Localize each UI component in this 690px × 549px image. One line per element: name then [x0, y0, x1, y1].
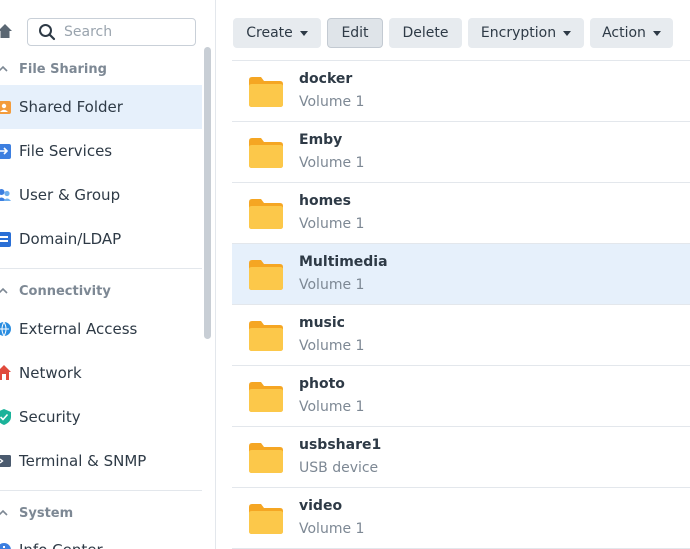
- sidebar-scrollbar[interactable]: [204, 47, 211, 339]
- chevron-up-icon: [0, 63, 9, 75]
- home-button[interactable]: [0, 19, 16, 47]
- edit-label: Edit: [341, 25, 369, 41]
- folder-name: photo: [299, 376, 345, 392]
- folder-name: Multimedia: [299, 254, 388, 270]
- folder-name: usbshare1: [299, 437, 382, 453]
- create-label: Create: [246, 25, 293, 41]
- action-button[interactable]: Action: [590, 18, 673, 48]
- home-icon: [0, 23, 13, 43]
- shared-folder-icon: [0, 97, 11, 117]
- sidebar-item-terminal-snmp[interactable]: Terminal & SNMP: [0, 439, 202, 483]
- caret-down-icon: [652, 30, 661, 36]
- folder-name: Emby: [299, 132, 343, 148]
- sidebar-item-label: Network: [19, 364, 82, 382]
- sidebar-item-label: File Services: [19, 142, 113, 160]
- sidebar-item-info-center[interactable]: Info Center: [0, 528, 202, 549]
- sidebar-item-security[interactable]: Security: [0, 395, 202, 439]
- section-title: System: [19, 505, 74, 521]
- sidebar-item-domain-ldap[interactable]: Domain/LDAP: [0, 217, 202, 261]
- folder-location: USB device: [299, 460, 379, 476]
- security-icon: [0, 407, 11, 427]
- folder-name: docker: [299, 71, 353, 87]
- chevron-up-icon: [0, 507, 9, 519]
- sidebar-item-label: Domain/LDAP: [19, 230, 122, 248]
- folder-location: Volume 1: [299, 94, 365, 110]
- sidebar-item-user-group[interactable]: User & Group: [0, 173, 202, 217]
- sidebar-item-file-services[interactable]: File Services: [0, 129, 202, 173]
- search-box[interactable]: [27, 18, 196, 46]
- folder-location: Volume 1: [299, 277, 365, 293]
- section-header-connectivity[interactable]: Connectivity: [0, 280, 111, 302]
- folder-row-usbshare1[interactable]: usbshare1 USB device: [232, 427, 690, 488]
- sidebar-item-label: User & Group: [19, 186, 121, 204]
- folder-icon: [249, 260, 283, 290]
- domain-ldap-icon: [0, 229, 11, 249]
- sidebar-item-label: Info Center: [19, 541, 103, 549]
- search-icon: [38, 23, 56, 41]
- sidebar-divider: [0, 490, 202, 491]
- caret-down-icon: [299, 30, 308, 36]
- network-icon: [0, 363, 11, 383]
- sidebar-item-network[interactable]: Network: [0, 351, 202, 395]
- folder-location: Volume 1: [299, 399, 365, 415]
- folder-icon: [249, 321, 283, 351]
- info-center-icon: [0, 540, 11, 549]
- sidebar-item-external-access[interactable]: External Access: [0, 307, 202, 351]
- folder-location: Volume 1: [299, 216, 365, 232]
- sidebar-item-label: External Access: [19, 320, 138, 338]
- folder-icon: [249, 382, 283, 412]
- section-header-file-sharing[interactable]: File Sharing: [0, 58, 107, 80]
- main-panel: Create Edit Delete Encryption Action doc…: [216, 0, 690, 549]
- folder-name: music: [299, 315, 345, 331]
- folder-icon: [249, 77, 283, 107]
- folder-location: Volume 1: [299, 155, 365, 171]
- sidebar-item-shared-folder[interactable]: Shared Folder: [0, 85, 202, 129]
- folder-row-multimedia[interactable]: Multimedia Volume 1: [232, 244, 690, 305]
- section-title: Connectivity: [19, 283, 111, 299]
- folder-row-homes[interactable]: homes Volume 1: [232, 183, 690, 244]
- folder-name: video: [299, 498, 343, 514]
- folder-row-music[interactable]: music Volume 1: [232, 305, 690, 366]
- sidebar-item-label: Terminal & SNMP: [19, 452, 147, 470]
- folder-icon: [249, 138, 283, 168]
- search-input[interactable]: [64, 24, 184, 40]
- sidebar-divider: [0, 268, 202, 269]
- chevron-up-icon: [0, 285, 9, 297]
- section-header-system[interactable]: System: [0, 502, 73, 524]
- edit-button[interactable]: Edit: [327, 18, 383, 48]
- folder-location: Volume 1: [299, 338, 365, 354]
- folder-icon: [249, 199, 283, 229]
- folder-row-video[interactable]: video Volume 1: [232, 488, 690, 549]
- sidebar-item-label: Security: [19, 408, 81, 426]
- external-access-icon: [0, 319, 11, 339]
- folder-location: Volume 1: [299, 521, 365, 537]
- delete-button[interactable]: Delete: [389, 18, 462, 48]
- sidebar-item-label: Shared Folder: [19, 98, 123, 116]
- action-label: Action: [602, 25, 646, 41]
- delete-label: Delete: [402, 25, 449, 41]
- create-button[interactable]: Create: [233, 18, 321, 48]
- folder-row-emby[interactable]: Emby Volume 1: [232, 122, 690, 183]
- folder-icon: [249, 443, 283, 473]
- folder-icon: [249, 504, 283, 534]
- caret-down-icon: [563, 30, 572, 36]
- encryption-button[interactable]: Encryption: [468, 18, 584, 48]
- section-title: File Sharing: [19, 61, 107, 77]
- folder-row-photo[interactable]: photo Volume 1: [232, 366, 690, 427]
- encryption-label: Encryption: [480, 25, 557, 41]
- folder-name: homes: [299, 193, 352, 209]
- user-group-icon: [0, 185, 11, 205]
- terminal-icon: [0, 451, 11, 471]
- toolbar: Create Edit Delete Encryption Action: [216, 0, 690, 60]
- folder-row-docker[interactable]: docker Volume 1: [232, 61, 690, 122]
- file-services-icon: [0, 141, 11, 161]
- sidebar: File Sharing Shared Folder File Services…: [0, 0, 216, 549]
